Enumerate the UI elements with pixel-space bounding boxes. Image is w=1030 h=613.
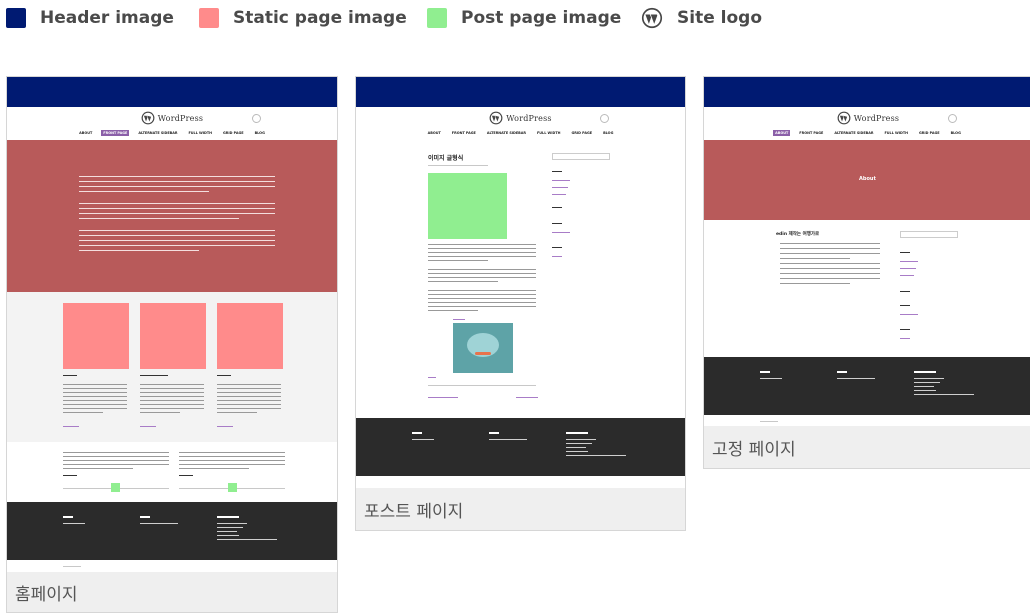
static-page-image bbox=[7, 140, 337, 292]
post-image-graphic bbox=[453, 323, 513, 373]
mini-nav: ABOUT FRONT PAGE ALTERNATE SIDEBAR FULL … bbox=[7, 129, 337, 137]
static-page-image: About bbox=[704, 140, 1030, 220]
static-page-image-swatch bbox=[199, 8, 219, 28]
site-footer bbox=[7, 502, 337, 560]
post-page-image bbox=[228, 483, 237, 492]
static-screenshot: WordPress ABOUT FRONT PAGE ALTERNATE SID… bbox=[704, 77, 1030, 428]
post-title: 이미지 글형식 bbox=[428, 155, 464, 162]
search-icon[interactable] bbox=[600, 114, 609, 123]
nav-item[interactable]: ABOUT bbox=[77, 130, 94, 136]
nav-item[interactable]: GRID PAGE bbox=[570, 130, 595, 136]
nav-item[interactable]: GRID PAGE bbox=[221, 130, 246, 136]
legend-item-site-logo: Site logo bbox=[641, 7, 762, 29]
nav-item[interactable]: ALTERNATE SIDEBAR bbox=[136, 130, 179, 136]
mini-nav: ABOUT FRONT PAGE ALTERNATE SIDEBAR FULL … bbox=[704, 129, 1030, 137]
nav-item[interactable]: FULL WIDTH bbox=[186, 130, 214, 136]
wordpress-logo-icon bbox=[837, 111, 851, 125]
legend: Header image Static page image Post page… bbox=[0, 0, 1030, 36]
sidebar-search-input[interactable] bbox=[552, 153, 610, 160]
mini-nav: ABOUT FRONT PAGE ALTERNATE SIDEBAR FULL … bbox=[356, 129, 685, 137]
post-page-image bbox=[428, 173, 507, 239]
wordpress-logo-icon bbox=[641, 7, 663, 29]
legend-item-post-page-image: Post page image bbox=[427, 7, 621, 29]
nav-item[interactable]: FULL WIDTH bbox=[882, 130, 910, 136]
site-logo-row: WordPress bbox=[7, 110, 337, 126]
site-logo-text: WordPress bbox=[157, 113, 204, 123]
home-panel: WordPress ABOUT FRONT PAGE ALTERNATE SID… bbox=[6, 76, 338, 613]
search-icon[interactable] bbox=[948, 114, 957, 123]
nav-item[interactable]: ALTERNATE SIDEBAR bbox=[832, 130, 875, 136]
nav-item[interactable]: ABOUT bbox=[426, 130, 443, 136]
post-panel: WordPress ABOUT FRONT PAGE ALTERNATE SID… bbox=[355, 76, 686, 531]
static-page-image bbox=[63, 303, 129, 369]
site-logo-text: WordPress bbox=[506, 113, 552, 123]
header-image bbox=[704, 77, 1030, 107]
post-page-image bbox=[111, 483, 120, 492]
nav-item[interactable]: FULL WIDTH bbox=[535, 130, 563, 136]
site-footer bbox=[704, 357, 1030, 415]
search-icon[interactable] bbox=[252, 114, 261, 123]
about-label: About bbox=[859, 176, 876, 182]
legend-label: Static page image bbox=[233, 8, 407, 28]
header-image bbox=[7, 77, 337, 107]
legend-item-static-page-image: Static page image bbox=[199, 7, 407, 29]
nav-item[interactable]: BLOG bbox=[253, 130, 267, 136]
wordpress-logo-icon bbox=[489, 111, 503, 125]
wordpress-logo-icon bbox=[141, 111, 155, 125]
site-footer bbox=[356, 418, 685, 476]
nav-item-active[interactable]: FRONT PAGE bbox=[101, 130, 130, 136]
panel-caption: 홈페이지 bbox=[7, 572, 337, 612]
page-heading: edin 제작는 여행가로 bbox=[776, 232, 820, 237]
sidebar-search-input[interactable] bbox=[900, 231, 958, 238]
static-page-image bbox=[217, 303, 283, 369]
nav-item[interactable]: FRONT PAGE bbox=[797, 130, 825, 136]
post-screenshot: WordPress ABOUT FRONT PAGE ALTERNATE SID… bbox=[356, 77, 685, 490]
nav-item-active[interactable]: ABOUT bbox=[773, 130, 791, 136]
nav-item[interactable]: ALTERNATE SIDEBAR bbox=[485, 130, 528, 136]
static-page-image bbox=[140, 303, 206, 369]
nav-item[interactable]: GRID PAGE bbox=[917, 130, 942, 136]
legend-label: Site logo bbox=[677, 8, 762, 28]
header-image bbox=[356, 77, 685, 107]
nav-item[interactable]: FRONT PAGE bbox=[450, 130, 478, 136]
legend-label: Post page image bbox=[461, 8, 622, 28]
static-panel: WordPress ABOUT FRONT PAGE ALTERNATE SID… bbox=[703, 76, 1030, 469]
post-page-image-swatch bbox=[427, 8, 447, 28]
nav-item[interactable]: BLOG bbox=[601, 130, 615, 136]
legend-item-header-image: Header image bbox=[6, 7, 174, 29]
header-image-swatch bbox=[6, 8, 26, 28]
site-logo-text: WordPress bbox=[853, 113, 900, 123]
home-screenshot: WordPress ABOUT FRONT PAGE ALTERNATE SID… bbox=[7, 77, 337, 574]
legend-label: Header image bbox=[40, 8, 174, 28]
site-logo-row: WordPress bbox=[704, 110, 1030, 126]
panel-caption: 포스트 페이지 bbox=[356, 488, 685, 530]
nav-item[interactable]: BLOG bbox=[949, 130, 963, 136]
testimonial-section bbox=[7, 442, 337, 502]
panel-caption: 고정 페이지 bbox=[704, 426, 1030, 468]
site-logo-row: WordPress bbox=[356, 110, 685, 126]
feature-section bbox=[7, 292, 337, 442]
